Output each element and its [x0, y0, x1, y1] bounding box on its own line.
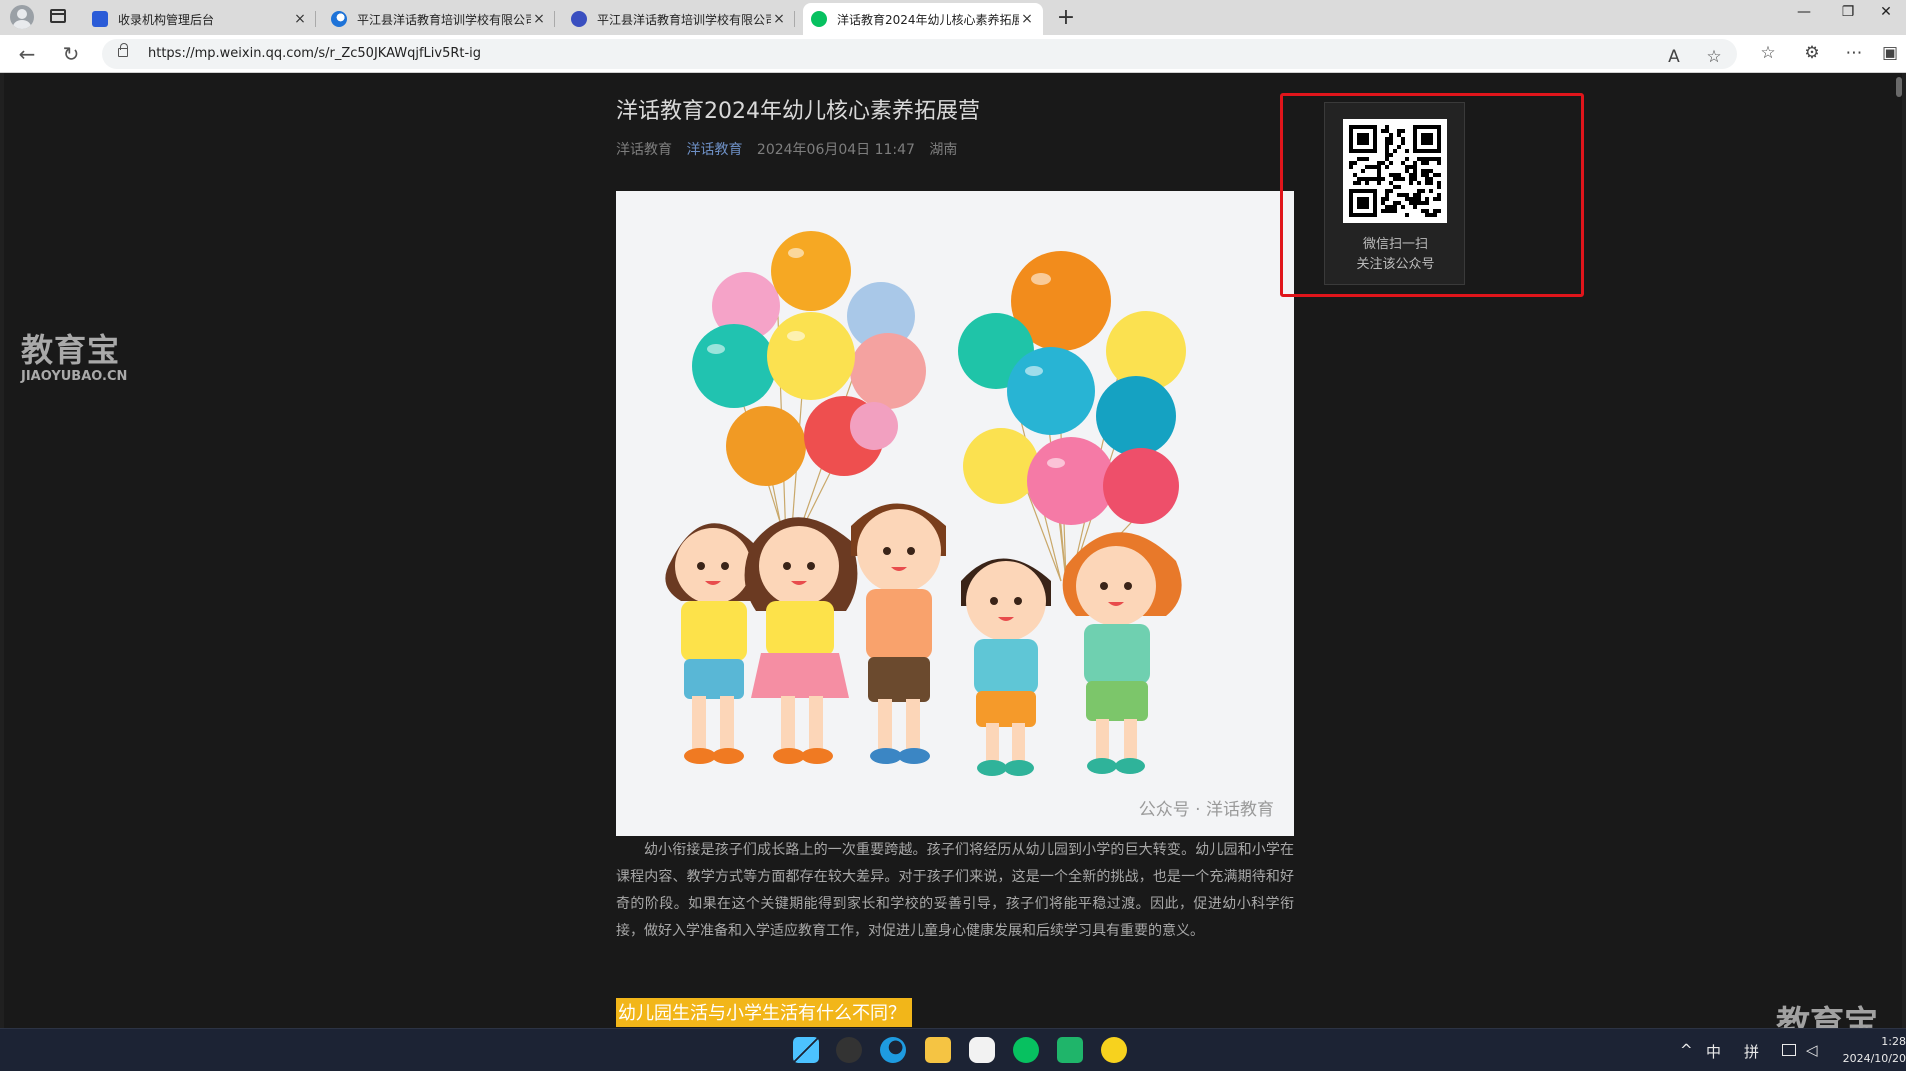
tab-title: 平江县洋话教育培训学校有限公司: [357, 12, 531, 27]
watermark-en: JIAOYUBAO.CN: [21, 369, 128, 384]
tab-school-1[interactable]: 平江县洋话教育培训学校有限公司 ×: [323, 3, 555, 35]
ime-mode[interactable]: 拼: [1744, 1041, 1759, 1062]
volume-icon[interactable]: ◁: [1806, 1041, 1818, 1059]
tab-close-icon[interactable]: ×: [771, 11, 787, 27]
gear-icon: [571, 11, 587, 27]
clock-time: 1:28: [1881, 1035, 1906, 1048]
article-title: 洋话教育2024年幼儿核心素养拓展营: [616, 99, 980, 124]
article-subheading: 幼儿园生活与小学生活有什么不同？: [616, 998, 912, 1027]
edge-icon: [331, 11, 347, 27]
highlight-box: [1280, 93, 1584, 297]
browser-toolbar: ← ↻ https://mp.weixin.qq.com/s/r_Zc50JKA…: [0, 35, 1906, 73]
tab-title: 收录机构管理后台: [118, 12, 215, 27]
remote-desktop-icon[interactable]: [1057, 1037, 1083, 1063]
tab-title: 平江县洋话教育培训学校有限公司: [597, 12, 771, 27]
tray-overflow-icon[interactable]: ^: [1680, 1041, 1693, 1059]
publish-datetime: 2024年06月04日 11:47: [756, 142, 915, 158]
kids-balloons-illustration: [665, 231, 1186, 776]
favorite-star-icon[interactable]: ☆: [1702, 47, 1726, 67]
tab-strip: 收录机构管理后台 × 平江县洋话教育培训学校有限公司 × 平江县洋话教育培训学校…: [0, 0, 1906, 35]
lock-icon[interactable]: [118, 43, 128, 57]
article-meta: 洋话教育 洋话教育 2024年06月04日 11:47 湖南: [616, 139, 967, 159]
qq-icon[interactable]: [969, 1037, 995, 1063]
article-author: 洋话教育: [616, 142, 672, 158]
file-explorer-icon[interactable]: [925, 1037, 951, 1063]
refresh-button[interactable]: ↻: [58, 41, 84, 67]
watermark-logo: 教育宝 JIAOYUBAO.CN: [21, 325, 127, 384]
minimize-button[interactable]: —: [1784, 4, 1824, 20]
scrollbar-thumb[interactable]: [1896, 77, 1902, 97]
tab-close-icon[interactable]: ×: [1019, 11, 1035, 27]
wechat-icon: [811, 11, 827, 27]
new-tab-button[interactable]: +: [1054, 5, 1078, 30]
sidebar-icon[interactable]: ▣: [1878, 43, 1902, 63]
page-content: 教育宝 JIAOYUBAO.CN 洋话教育2024年幼儿核心素养拓展营 洋话教育…: [4, 73, 1902, 1028]
favorites-icon[interactable]: ☆: [1756, 43, 1780, 63]
extensions-icon[interactable]: ⚙: [1800, 43, 1824, 63]
address-bar[interactable]: https://mp.weixin.qq.com/s/r_Zc50JKAWqjf…: [102, 39, 1737, 69]
tab-school-2[interactable]: 平江县洋话教育培训学校有限公司 ×: [563, 3, 795, 35]
article-paragraph: 幼小衔接是孩子们成长路上的一次重要跨越。孩子们将经历从幼儿园到小学的巨大转变。幼…: [616, 842, 1294, 939]
tab-article[interactable]: 洋话教育2024年幼儿核心素养拓展营 ×: [803, 3, 1043, 35]
admin-icon: [92, 11, 108, 27]
tab-actions-icon[interactable]: [50, 9, 66, 23]
profile-avatar-icon[interactable]: [10, 5, 34, 29]
system-clock[interactable]: 1:28 2024/10/20: [1840, 1033, 1906, 1067]
more-menu-icon[interactable]: ⋯: [1842, 43, 1866, 63]
tab-title: 洋话教育2024年幼儿核心素养拓展营: [837, 12, 1019, 27]
tab-close-icon[interactable]: ×: [292, 11, 308, 27]
hero-image[interactable]: 公众号 · 洋话教育: [616, 191, 1294, 836]
publish-location: 湖南: [929, 142, 958, 158]
close-window-button[interactable]: ✕: [1866, 4, 1906, 20]
image-watermark: 公众号 · 洋话教育: [1138, 800, 1274, 820]
url-text[interactable]: https://mp.weixin.qq.com/s/r_Zc50JKAWqjf…: [148, 46, 481, 61]
taskbar: ^ 中 拼 ◁ 1:28 2024/10/20: [0, 1028, 1906, 1071]
ime-language[interactable]: 中: [1706, 1041, 1721, 1062]
windows-start-icon[interactable]: [793, 1037, 819, 1063]
app-icon-dark[interactable]: [836, 1037, 862, 1063]
watermark-zh: 教育宝: [21, 331, 121, 369]
account-link[interactable]: 洋话教育: [686, 142, 742, 158]
back-button[interactable]: ←: [14, 41, 40, 67]
restore-button[interactable]: ❐: [1828, 4, 1868, 20]
clock-date: 2024/10/20: [1842, 1052, 1906, 1065]
tab-close-icon[interactable]: ×: [531, 11, 547, 27]
read-aloud-icon[interactable]: A: [1662, 47, 1686, 67]
network-icon[interactable]: [1782, 1044, 1796, 1056]
wechat-taskbar-icon[interactable]: [1013, 1037, 1039, 1063]
tab-admin[interactable]: 收录机构管理后台 ×: [84, 3, 316, 35]
app-icon-yellow[interactable]: [1101, 1037, 1127, 1063]
edge-browser-icon[interactable]: [880, 1037, 906, 1063]
